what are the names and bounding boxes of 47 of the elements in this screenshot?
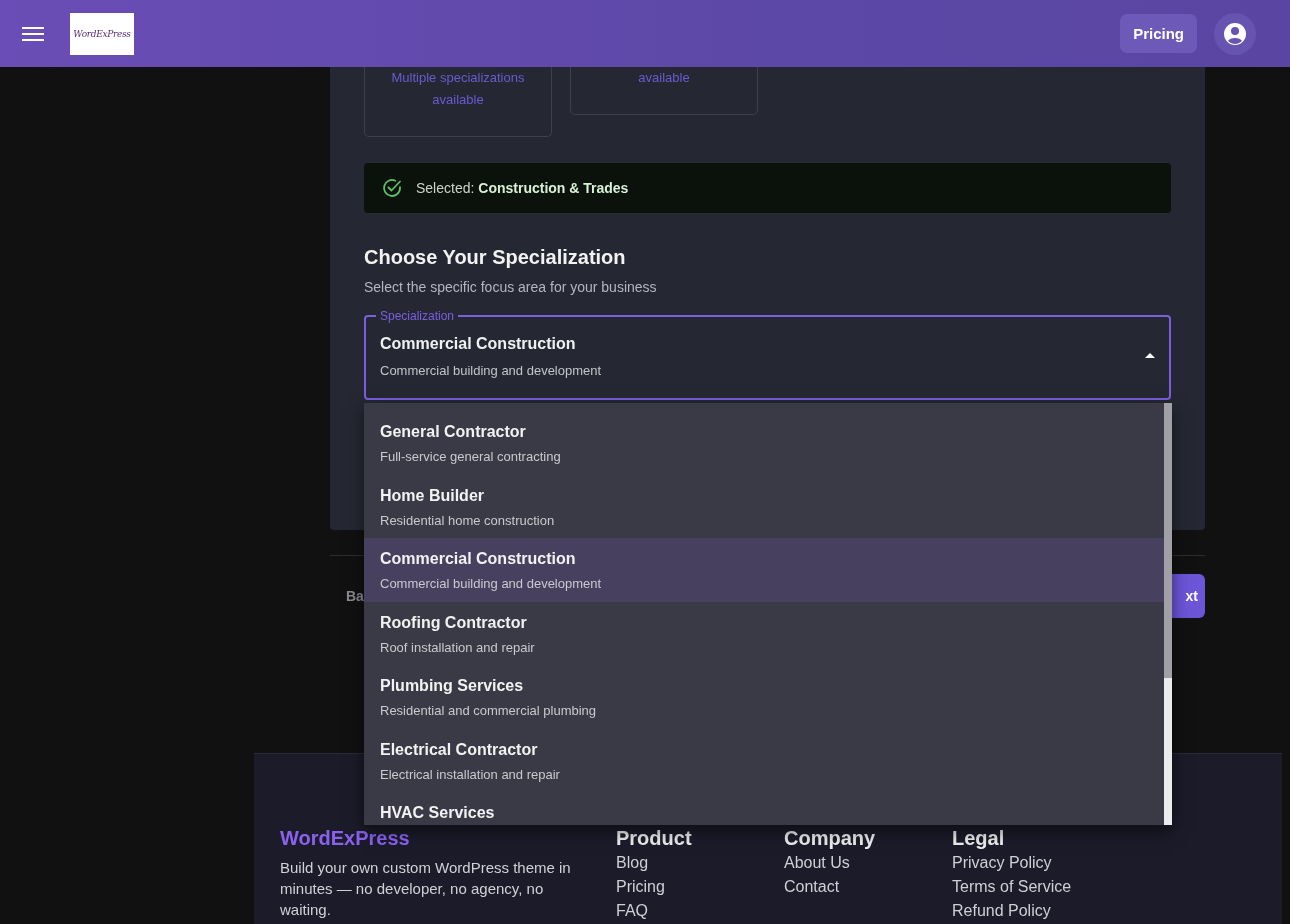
user-icon bbox=[1223, 21, 1247, 46]
option-title: General Contractor bbox=[380, 422, 526, 442]
check-circle-icon bbox=[382, 178, 402, 198]
section-subtitle: Select the specific focus area for your business bbox=[364, 279, 658, 295]
field-label: Specialization bbox=[376, 308, 459, 324]
option-title: Home Builder bbox=[380, 485, 484, 506]
option-description: Residential and commercial plumbing bbox=[380, 702, 597, 720]
footer-brand: WordExPress bbox=[280, 827, 411, 849]
menu-option[interactable]: Plumbing Services Residential and commercial plumbing bbox=[364, 665, 1164, 729]
option-title: Commercial Construction bbox=[380, 549, 576, 569]
option-description: Commercial building and development bbox=[380, 575, 602, 593]
option-description: Residential home construction bbox=[380, 511, 555, 530]
menu-option[interactable]: Electrical Contractor Electrical installation and repair bbox=[364, 728, 1164, 792]
menu-option[interactable]: HVAC Services bbox=[364, 792, 1164, 825]
footer-tagline: Build your own custom WordPress theme in minutes — no developer, no agency, no waiting. bbox=[280, 858, 572, 920]
selection-text: Selected: Construction & Trades bbox=[416, 180, 629, 196]
selected-description: Commercial building and development bbox=[380, 363, 603, 378]
menu-option[interactable]: Home Builder Residential home construction bbox=[364, 474, 1164, 538]
option-title: Roofing Contractor bbox=[380, 612, 527, 633]
option-description: Electrical installation and repair bbox=[380, 765, 560, 784]
option-title: Plumbing Services bbox=[380, 676, 524, 696]
footer-heading: Company bbox=[784, 827, 877, 849]
pricing-button[interactable]: Pricing bbox=[1120, 14, 1197, 53]
selected-value: Commercial Construction bbox=[380, 335, 577, 353]
footer-link[interactable]: FAQ bbox=[616, 901, 648, 921]
footer-link[interactable]: Blog bbox=[616, 853, 649, 873]
menu-icon[interactable] bbox=[22, 25, 44, 42]
footer-heading: Product bbox=[616, 827, 693, 849]
caret-icon[interactable] bbox=[1145, 353, 1155, 358]
footer-link[interactable]: Pricing bbox=[616, 877, 665, 897]
footer-link[interactable]: Contact bbox=[784, 877, 840, 897]
logo[interactable]: WordExPress bbox=[70, 12, 134, 55]
footer-link[interactable]: About Us bbox=[784, 853, 850, 873]
footer-link[interactable]: Terms of Service bbox=[952, 877, 1072, 897]
menu-option[interactable]: Commercial Construction Commercial building and development bbox=[364, 538, 1164, 602]
footer-link[interactable]: Privacy Policy bbox=[952, 853, 1052, 873]
section-heading: Choose Your Specialization bbox=[364, 245, 627, 269]
scrollbar-thumb[interactable] bbox=[1164, 403, 1172, 678]
option-description: Roof installation and repair bbox=[380, 638, 535, 657]
scrollbar[interactable] bbox=[1164, 403, 1172, 825]
menu-option[interactable]: General Contractor Full-service general contracting bbox=[364, 411, 1164, 475]
option-description: Full-service general contracting bbox=[380, 448, 561, 466]
option-title: Electrical Contractor bbox=[380, 739, 538, 760]
footer-heading: Legal bbox=[952, 827, 1006, 849]
account-button[interactable] bbox=[1214, 12, 1256, 55]
option-title: HVAC Services bbox=[380, 803, 495, 823]
footer-link[interactable]: Refund Policy bbox=[952, 901, 1051, 921]
